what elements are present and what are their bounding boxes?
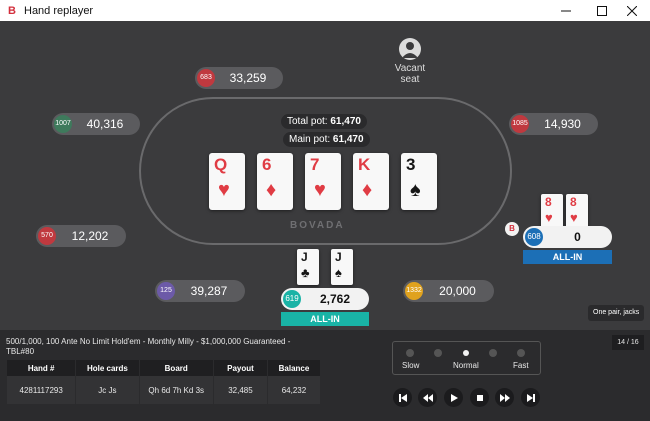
stack-amount: 40,316 [86,117,124,131]
seat-bottom-left[interactable]: 125 39,287 [155,280,245,302]
speed-label: Fast [513,361,529,370]
table-cell: Qh 6d 7h Kd 3s [139,376,213,404]
speed-option[interactable] [406,349,414,357]
speed-option-selected[interactable] [463,350,469,356]
allin-badge: ALL-IN [281,312,369,326]
play-icon [450,393,458,402]
seat-bottom-right[interactable]: 1332 20,000 [403,280,494,302]
board-card: K ♦ [353,153,389,210]
play-button[interactable] [444,388,463,407]
window-title: Hand replayer [24,4,94,17]
hand-counter: 14 / 16 [612,335,644,350]
seat-hero[interactable]: 619 2,762 [281,288,369,310]
maximize-icon [597,5,607,16]
column-header: Board [139,360,213,376]
dealer-button-icon: B [505,222,519,236]
stack-amount: 2,762 [319,292,351,306]
stack-amount: 12,202 [71,229,109,243]
speed-label: Slow [402,361,420,370]
table-brand: BOVADA [290,220,345,231]
seat-top-left[interactable]: 683 33,259 [195,67,283,89]
stack-amount: 33,259 [229,71,267,85]
skip-end-icon [526,393,535,402]
title-bar: B Hand replayer [0,0,650,21]
board-card: Q ♥ [209,153,245,210]
main-pot: Main pot: 61,470 [283,132,370,147]
speed-label: Normal [453,361,479,370]
close-icon [627,5,637,16]
column-header: Hand # [7,360,76,376]
first-hand-button[interactable] [393,388,412,407]
player-chip: 1007 [54,115,72,133]
game-description: 500/1,000, 100 Ante No Limit Hold'em - M… [6,337,291,356]
vacant-seat-label: Vacant [394,63,426,74]
column-header: Hole cards [76,360,139,376]
table-cell: 64,232 [267,376,320,404]
vacant-seat-icon [399,38,421,60]
player-chip: 1085 [511,115,529,133]
villain-hole-card: 8 ♥ [566,194,588,230]
board-card: 6 ♦ [257,153,293,210]
seat-right-upper[interactable]: 1085 14,930 [509,113,598,135]
table-row: 4281117293 Jc Js Qh 6d 7h Kd 3s 32,485 6… [7,376,320,404]
bovada-logo-icon: B [8,4,16,17]
villain-hole-card: 8 ♥ [541,194,563,230]
vacant-seat[interactable]: Vacant seat [390,38,430,85]
stack-amount: 0 [574,230,581,244]
table-cell: Jc Js [76,376,139,404]
stack-amount: 39,287 [190,284,228,298]
player-chip: 570 [38,227,56,245]
stop-button[interactable] [470,388,489,407]
hero-hole-card: J ♠ [331,249,353,285]
fast-forward-button[interactable] [495,388,514,407]
total-pot: Total pot: 61,470 [281,114,367,129]
speed-option[interactable] [489,349,497,357]
seat-villain[interactable]: 608 0 [523,226,612,248]
hand-info-table: Hand # Hole cards Board Payout Balance 4… [6,360,321,404]
speed-option[interactable] [517,349,525,357]
stack-amount: 20,000 [439,284,476,298]
table-cell: 4281117293 [7,376,76,404]
minimize-icon [561,10,571,11]
allin-badge: ALL-IN [523,250,612,264]
board-card: 7 ♥ [305,153,341,210]
vacant-seat-label: seat [400,74,420,85]
seat-left-upper[interactable]: 1007 40,316 [52,113,140,135]
speed-option[interactable] [434,349,442,357]
close-button[interactable] [614,0,650,21]
column-header: Balance [267,360,320,376]
last-hand-button[interactable] [521,388,540,407]
column-header: Payout [213,360,267,376]
stack-amount: 14,930 [544,117,581,131]
player-chip: 619 [283,290,301,308]
player-chip: 608 [525,228,543,246]
hand-name: One pair, jacks [588,305,645,321]
player-chip: 125 [157,282,175,300]
player-chip: 1332 [405,282,423,300]
board-card: 3 ♠ [401,153,437,210]
skip-start-icon [398,393,407,402]
minimize-button[interactable] [548,0,584,21]
rewind-button[interactable] [418,388,437,407]
hero-hole-card: J ♣ [297,249,319,285]
seat-left-lower[interactable]: 570 12,202 [36,225,126,247]
fast-forward-icon [499,393,510,402]
player-chip: 683 [197,69,215,87]
rewind-icon [422,393,433,402]
stop-icon [476,394,483,401]
speed-selector: Slow Normal Fast [392,341,541,375]
table-cell: 32,485 [213,376,267,404]
